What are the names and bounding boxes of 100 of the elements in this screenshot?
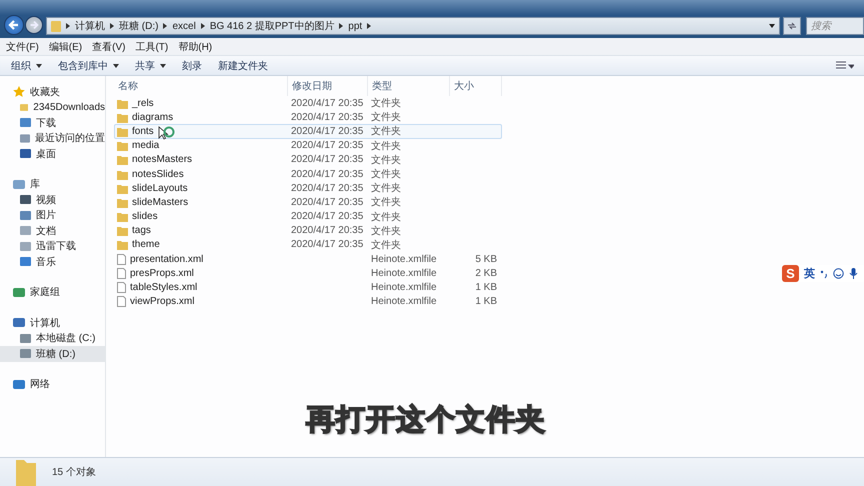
group-icon [13,178,25,190]
folder-icon [117,140,128,152]
punctuation-icon[interactable] [820,268,828,278]
ime-logo: S [782,265,799,282]
sidebar-item[interactable]: 文档 [0,223,105,238]
sidebar-group[interactable]: 计算机 [0,315,105,330]
sidebar-item[interactable]: 最近访问的位置 [0,130,105,146]
type-cell: 文件夹 [371,154,401,166]
file-name[interactable]: presentation.xml [130,254,204,265]
type-cell: 文件夹 [371,140,401,152]
menu-item[interactable]: 编辑(E) [48,40,82,54]
object-count: 15 个对象 [52,466,96,479]
menu-item[interactable]: 查看(V) [92,40,126,54]
menu-item[interactable]: 文件(F) [6,40,39,54]
group-icon [13,378,25,390]
emoji-icon[interactable] [833,268,844,279]
microphone-icon[interactable] [849,268,858,280]
file-name[interactable]: viewProps.xml [130,296,194,308]
type-cell: Heinote.xmlfile [371,268,437,279]
sidebar-group[interactable]: 收藏夹 [0,84,105,100]
menu-item[interactable]: 工具(T) [135,40,168,54]
item-icon [20,348,31,360]
folder-icon [117,168,128,180]
date-cell: 2020/4/17 20:35 [291,182,364,194]
file-icon [117,296,126,308]
item-icon [20,194,31,206]
subtitle-caption: 再打开这个文件夹 [306,403,546,438]
toolbar-button[interactable]: 刻录 [177,58,207,74]
type-cell: 文件夹 [371,240,401,251]
date-cell: 2020/4/17 20:35 [291,196,364,208]
sidebar-item[interactable]: 视频 [0,192,105,208]
refresh-button[interactable] [783,17,801,35]
column-header[interactable]: 修改日期 [288,76,368,96]
sidebar-item[interactable]: 下载 [0,115,105,130]
size-cell: 5 KB [475,254,497,265]
sidebar-group[interactable]: 库 [0,176,105,192]
arrow-right-icon [28,19,40,31]
menu-item[interactable]: 帮助(H) [178,40,212,54]
address-bar[interactable]: 计算机 班糖 (D:) excel BG 416 2 提取PPT中的图片 ppt [46,17,780,35]
file-name[interactable]: tags [132,225,151,236]
sidebar-item[interactable]: 迅雷下载 [0,238,105,254]
type-cell: 文件夹 [371,126,401,138]
type-cell: 文件夹 [371,169,401,180]
folder-icon [117,211,128,222]
file-name[interactable]: _rels [132,98,154,109]
file-name[interactable]: presProps.xml [130,268,194,279]
breadcrumb[interactable]: excel [172,20,196,32]
item-icon [20,225,31,236]
search-field[interactable]: 搜索 [806,17,864,35]
breadcrumb[interactable]: BG 416 2 提取PPT中的图片 [210,19,334,33]
chevron-icon [339,23,344,29]
item-icon [20,256,31,268]
toolbar-button[interactable]: 共享 [130,58,171,74]
file-name[interactable]: slideMasters [132,196,188,208]
type-cell: Heinote.xmlfile [371,296,437,308]
list-view-icon [836,60,854,70]
dropdown-icon[interactable] [769,24,775,28]
column-header[interactable]: 大小 [450,76,502,96]
sidebar-item[interactable]: 图片 [0,208,105,223]
chevron-icon [110,23,114,29]
date-cell: 2020/4/17 20:35 [291,112,364,123]
sidebar-item[interactable]: 桌面 [0,146,105,162]
file-name[interactable]: media [132,140,160,152]
view-options-button[interactable] [836,60,854,70]
file-name[interactable]: fonts [132,126,154,137]
input-mode[interactable]: 英 [804,266,815,281]
type-cell: 文件夹 [371,183,401,194]
item-icon [20,332,31,344]
forward-button[interactable] [25,16,43,34]
toolbar-button[interactable]: 组织 [6,58,47,74]
file-name[interactable]: tableStyles.xml [130,282,198,294]
folder-icon [117,112,128,123]
item-icon [20,132,30,144]
column-header[interactable]: 类型 [368,76,450,96]
date-cell: 2020/4/17 20:35 [291,126,364,137]
folder-icon [51,20,61,32]
column-header[interactable]: 名称 [114,76,288,96]
toolbar-button[interactable]: 包含到库中 [53,58,124,74]
date-cell: 2020/4/17 20:35 [291,211,364,222]
file-name[interactable]: notesMasters [132,154,192,166]
file-name[interactable]: slideLayouts [132,182,188,194]
chevron-icon [367,23,372,29]
caret-icon [36,64,42,68]
file-name[interactable]: diagrams [132,112,174,123]
file-name[interactable]: notesSlides [132,168,184,180]
breadcrumb[interactable]: 计算机 [75,19,105,33]
sidebar-item[interactable]: 音乐 [0,254,105,270]
sidebar-item[interactable]: 班糖 (D:) [0,346,105,362]
file-name[interactable]: theme [132,239,160,250]
chevron-icon [66,23,70,29]
sidebar-group[interactable]: 家庭组 [0,284,105,300]
toolbar-button[interactable]: 新建文件夹 [213,58,273,74]
breadcrumb[interactable]: ppt [348,20,362,32]
size-cell: 2 KB [475,268,497,279]
sidebar-item[interactable]: 本地磁盘 (C:) [0,330,105,346]
file-name[interactable]: slides [132,211,158,222]
breadcrumb[interactable]: 班糖 (D:) [119,19,158,33]
back-button[interactable] [4,15,24,35]
sidebar-group[interactable]: 网络 [0,376,105,392]
sidebar-item[interactable]: 2345Downloads [0,100,105,115]
